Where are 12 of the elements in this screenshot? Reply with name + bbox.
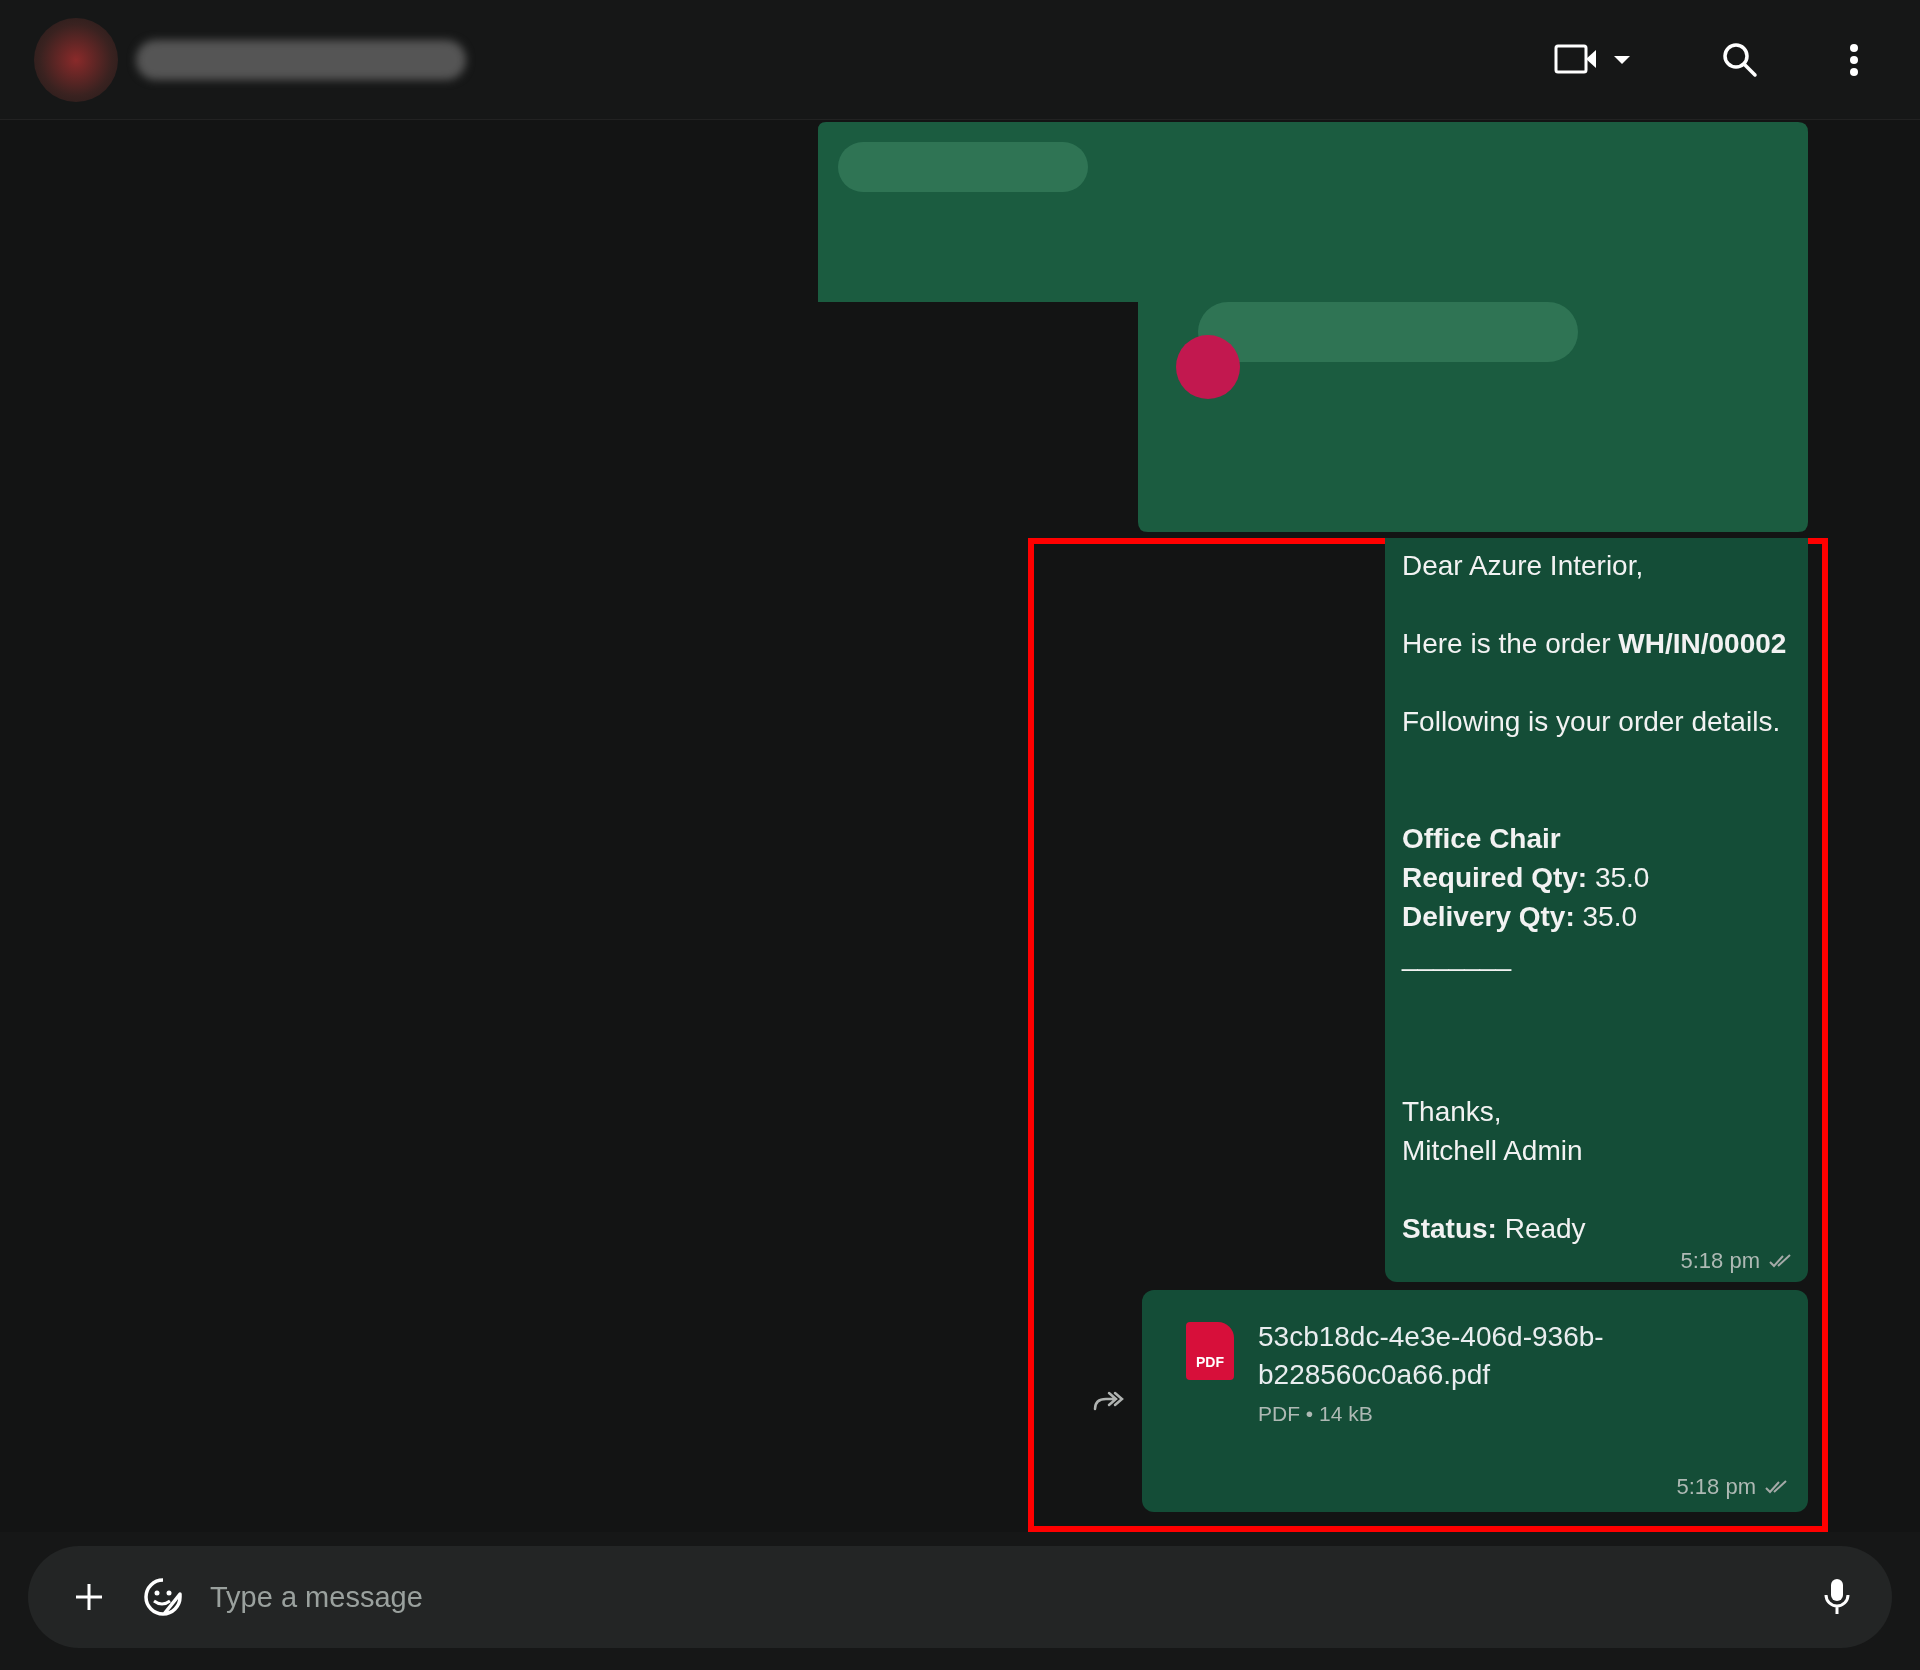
message-text: Dear Azure Interior, Here is the order WH/IN/00002 Following is your order details. Office Chair Required Qty: 35.0 Delivery Qty: 35.0 _______ Thanks, Mitchell Admin Status: Ready bbox=[1402, 549, 1788, 1246]
document-bubble[interactable]: PDF 53cb18dc-4e3e-406d-936b-b228560c0a66.pdf PDF • 14 kB 5:18 pm bbox=[1142, 1290, 1808, 1512]
message-time: 5:18 pm bbox=[1680, 1248, 1760, 1274]
message-time: 5:18 pm bbox=[1676, 1474, 1756, 1500]
message-input-field[interactable]: Type a message bbox=[28, 1546, 1892, 1648]
forward-icon[interactable] bbox=[1092, 1389, 1126, 1413]
file-name: 53cb18dc-4e3e-406d-936b-b228560c0a66.pdf bbox=[1258, 1320, 1605, 1392]
menu-icon[interactable] bbox=[1848, 41, 1860, 78]
pdf-file-icon: PDF bbox=[1186, 1322, 1234, 1380]
file-meta: PDF • 14 kB bbox=[1258, 1402, 1374, 1426]
sticker-icon[interactable] bbox=[142, 1576, 184, 1618]
message-input[interactable]: Type a message bbox=[208, 1579, 1786, 1615]
